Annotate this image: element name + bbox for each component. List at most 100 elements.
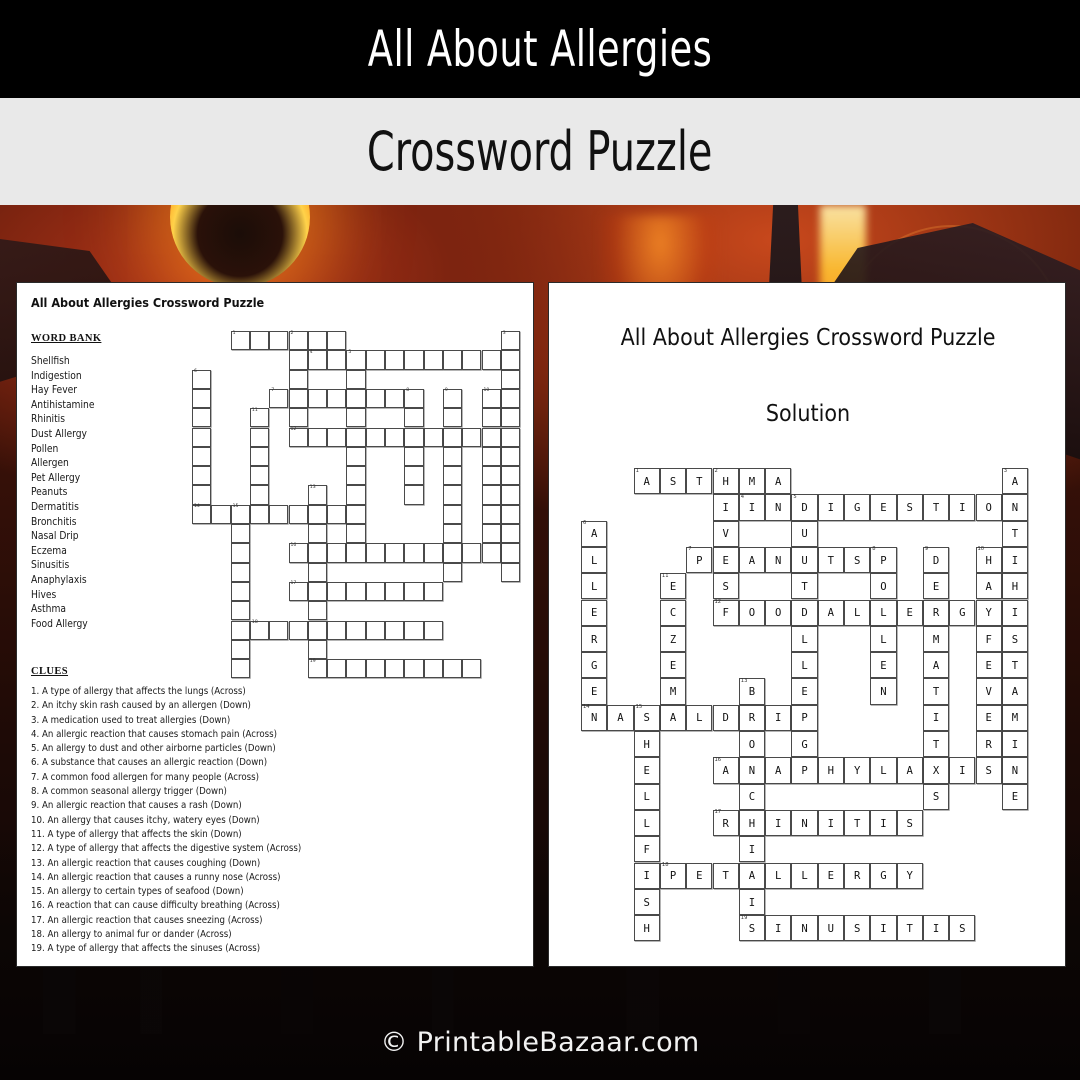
crossword-cell[interactable] [500,427,521,447]
crossword-cell[interactable] [307,581,328,602]
crossword-cell[interactable] [307,388,328,409]
crossword-cell[interactable]: S [896,494,923,521]
crossword-cell[interactable] [442,350,463,370]
crossword-cell[interactable] [346,466,366,486]
crossword-cell[interactable] [230,543,250,563]
crossword-cell[interactable] [365,388,385,409]
crossword-cell[interactable]: I [633,862,660,889]
crossword-cell[interactable]: E [870,652,897,679]
crossword-cell[interactable] [346,446,366,467]
crossword-cell[interactable]: 9 [442,389,463,409]
crossword-cell[interactable]: A [659,704,687,731]
crossword-cell[interactable] [462,350,482,370]
crossword-cell[interactable]: H [1001,573,1029,600]
crossword-cell[interactable]: E [712,546,739,574]
crossword-cell[interactable] [327,350,347,370]
crossword-cell[interactable] [404,408,424,428]
crossword-cell[interactable]: M [738,468,766,495]
crossword-cell[interactable] [385,581,405,602]
crossword-cell[interactable]: L [791,652,818,679]
crossword-cell[interactable] [404,659,424,679]
crossword-cell[interactable]: Y [896,862,923,889]
crossword-cell[interactable] [346,620,366,640]
crossword-cell[interactable] [365,350,385,370]
crossword-cell[interactable] [249,446,270,467]
crossword-cell[interactable] [365,427,385,447]
crossword-cell[interactable]: U [791,546,818,574]
crossword-cell[interactable] [288,504,308,524]
crossword-cell[interactable]: N [765,494,792,521]
crossword-cell[interactable] [500,504,521,524]
crossword-cell[interactable] [192,446,212,467]
crossword-cell[interactable] [269,504,289,524]
crossword-cell[interactable]: E [817,862,844,889]
crossword-cell[interactable] [500,350,521,370]
crossword-cell[interactable] [423,581,443,602]
crossword-cell[interactable]: E [922,573,950,600]
crossword-cell[interactable]: 13 [307,485,328,505]
crossword-cell[interactable] [404,427,424,447]
crossword-cell[interactable]: A [975,573,1002,600]
crossword-cell[interactable]: T [896,915,923,942]
crossword-cell[interactable]: 7P [686,547,713,574]
crossword-cell[interactable]: I [712,494,739,521]
crossword-cell[interactable]: L [686,704,713,731]
crossword-cell[interactable]: T [1001,520,1029,547]
crossword-cell[interactable]: T [791,573,818,600]
crossword-cell[interactable]: L [633,783,660,810]
crossword-cell[interactable] [288,620,308,640]
crossword-cell[interactable] [230,639,250,660]
crossword-cell[interactable]: S [633,888,660,916]
crossword-cell[interactable]: 1 [230,331,250,351]
crossword-cell[interactable] [230,601,250,621]
crossword-cell[interactable] [346,659,366,679]
crossword-cell[interactable]: E [1001,783,1029,810]
crossword-cell[interactable]: A [1001,678,1029,705]
crossword-cell[interactable] [327,543,347,563]
crossword-cell[interactable] [346,543,366,563]
crossword-cell[interactable] [307,639,328,660]
crossword-cell[interactable]: P [791,704,818,731]
crossword-cell[interactable]: 11 [249,408,270,428]
crossword-cell[interactable]: L [581,546,608,574]
crossword-cell[interactable]: S [975,757,1002,784]
crossword-cell[interactable]: Y [975,599,1002,626]
crossword-cell[interactable] [365,659,385,679]
crossword-cell[interactable]: E [633,757,660,784]
crossword-cell[interactable] [249,331,270,351]
crossword-cell[interactable]: 14 N [581,704,608,731]
crossword-cell[interactable] [192,466,212,486]
crossword-cell[interactable]: L [791,625,818,653]
crossword-cell[interactable]: I [922,915,950,942]
crossword-cell[interactable]: 18 P [659,862,687,889]
crossword-cell[interactable]: M [1001,704,1029,731]
crossword-cell[interactable]: S [659,468,687,495]
crossword-cell[interactable] [404,446,424,467]
crossword-cell[interactable] [500,524,521,544]
crossword-cell[interactable]: I [765,809,792,837]
crossword-cell[interactable] [327,659,347,679]
crossword-cell[interactable]: E [975,652,1002,679]
crossword-cell[interactable]: 10 [481,389,501,409]
crossword-cell[interactable]: F [975,625,1002,653]
crossword-cell[interactable]: S [844,915,871,942]
crossword-cell[interactable]: E [659,652,687,679]
crossword-cell[interactable] [307,601,328,621]
crossword-cell[interactable]: D [712,704,739,731]
crossword-cell[interactable]: E [686,862,713,889]
crossword-cell[interactable] [404,543,424,563]
crossword-cell[interactable]: I [870,915,897,942]
crossword-cell[interactable]: S [712,573,739,600]
crossword-cell[interactable] [423,427,443,447]
crossword-cell[interactable]: O [738,731,766,758]
crossword-cell[interactable]: I [949,494,976,521]
crossword-cell[interactable]: I [765,915,792,942]
crossword-cell[interactable] [211,504,231,524]
crossword-cell[interactable]: A [817,599,844,626]
crossword-cell[interactable] [192,388,212,409]
crossword-cell[interactable]: 4 [307,350,328,370]
crossword-cell[interactable]: A [738,862,766,889]
crossword-cell[interactable]: I [817,809,844,837]
crossword-cell[interactable]: A [607,704,634,731]
crossword-cell[interactable] [481,446,501,467]
